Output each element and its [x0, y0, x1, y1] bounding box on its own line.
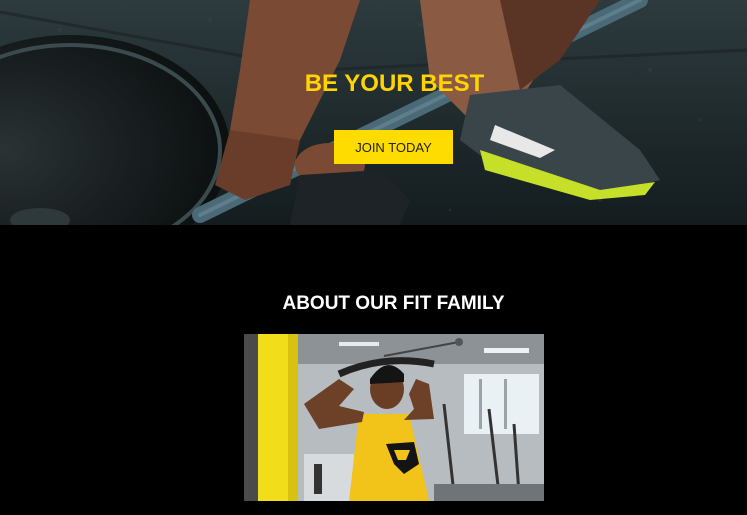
hero-background-image	[0, 0, 747, 225]
hero-headline: BE YOUR BEST	[304, 70, 485, 97]
join-today-button[interactable]: JOIN TODAY	[334, 130, 453, 164]
about-photo	[244, 334, 544, 501]
about-section: ABOUT OUR FIT FAMILY	[0, 225, 747, 515]
hero-banner: BE YOUR BEST JOIN TODAY	[0, 0, 747, 225]
gym-member-photo	[244, 334, 544, 501]
about-heading: ABOUT OUR FIT FAMILY	[282, 293, 505, 314]
